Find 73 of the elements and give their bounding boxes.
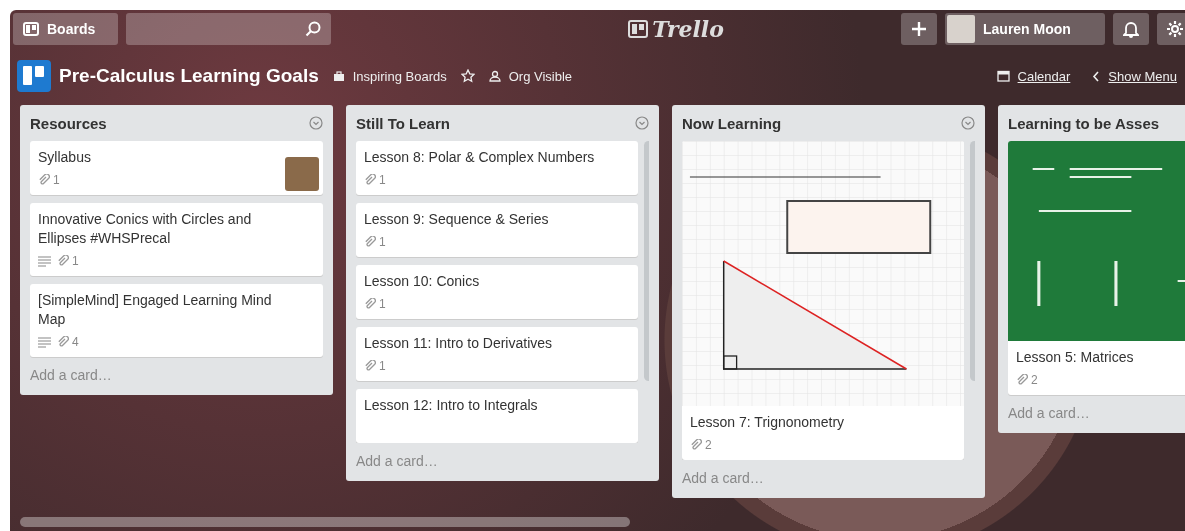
plus-icon bbox=[911, 21, 927, 37]
horizontal-scrollbar[interactable] bbox=[20, 517, 630, 527]
chevron-left-icon bbox=[1092, 70, 1101, 82]
attachment-count: 1 bbox=[379, 235, 386, 249]
card[interactable]: Lesson 11: Intro to Derivatives 1 bbox=[356, 327, 638, 381]
paperclip-icon bbox=[1016, 374, 1028, 386]
card[interactable]: Lesson 12: Intro to Integrals bbox=[356, 389, 638, 443]
avatar bbox=[947, 15, 975, 43]
notifications-button[interactable] bbox=[1113, 13, 1149, 45]
paperclip-icon bbox=[364, 174, 376, 186]
boards-button[interactable]: Boards bbox=[13, 13, 118, 45]
paperclip-icon bbox=[364, 236, 376, 248]
logo-icon bbox=[628, 20, 649, 38]
calendar-link[interactable]: Calendar bbox=[996, 68, 1071, 84]
board-logo-icon bbox=[17, 60, 51, 92]
card-title: Lesson 10: Conics bbox=[364, 272, 481, 291]
attachment-count: 1 bbox=[53, 173, 60, 187]
paperclip-icon bbox=[38, 174, 50, 186]
card-title: Lesson 7: Trignonometry bbox=[690, 413, 846, 432]
paperclip-icon bbox=[364, 360, 376, 372]
attachment-count: 1 bbox=[379, 359, 386, 373]
logo-text: Trello bbox=[652, 16, 724, 42]
card-title: Syllabus bbox=[38, 148, 92, 167]
paperclip-icon bbox=[364, 298, 376, 310]
add-button[interactable] bbox=[901, 13, 937, 45]
attachment-count: 1 bbox=[379, 297, 386, 311]
chevron-down-icon[interactable] bbox=[309, 116, 323, 130]
star-icon[interactable] bbox=[460, 69, 475, 83]
calendar-icon bbox=[996, 70, 1010, 82]
attachment-count: 4 bbox=[72, 335, 79, 349]
settings-icon bbox=[1166, 20, 1184, 38]
chevron-down-icon[interactable] bbox=[635, 116, 649, 130]
description-icon bbox=[38, 336, 51, 348]
bell-icon bbox=[1123, 20, 1139, 38]
card-title: Lesson 11: Intro to Derivatives bbox=[364, 334, 554, 353]
attachment-count: 2 bbox=[705, 438, 712, 452]
card-title: [SimpleMind] Engaged Learning Mind Map bbox=[38, 291, 273, 329]
board-title[interactable]: Pre-Calculus Learning Goals bbox=[59, 65, 319, 87]
card[interactable]: Lesson 8: Polar & Complex Numbers 1 bbox=[356, 141, 638, 195]
list-title[interactable]: Now Learning bbox=[682, 114, 782, 132]
card-title: Lesson 8: Polar & Complex Numbers bbox=[364, 148, 596, 167]
list-title[interactable]: Still To Learn bbox=[356, 114, 450, 132]
description-icon bbox=[38, 255, 51, 267]
card-title: Lesson 9: Sequence & Series bbox=[364, 210, 550, 229]
search-field[interactable] bbox=[126, 13, 331, 45]
attachment-count: 1 bbox=[72, 254, 79, 268]
card[interactable]: [SimpleMind] Engaged Learning Mind Map 4 bbox=[30, 284, 323, 357]
paperclip-icon bbox=[57, 255, 69, 267]
card[interactable]: Lesson 9: Sequence & Series 1 bbox=[356, 203, 638, 257]
paperclip-icon bbox=[57, 336, 69, 348]
settings-button[interactable] bbox=[1157, 13, 1185, 45]
people-icon bbox=[488, 70, 501, 82]
user-menu-button[interactable]: Lauren Moon bbox=[945, 13, 1105, 45]
search-icon bbox=[305, 21, 321, 37]
attachment-count: 2 bbox=[1031, 373, 1038, 387]
list-title[interactable]: Resources bbox=[30, 114, 107, 132]
list-title[interactable]: Learning to be Asses bbox=[1008, 114, 1160, 132]
card-title: Innovative Conics with Circles and Ellipses #WHSPrecal bbox=[38, 210, 253, 248]
card[interactable]: Lesson 5: Matrices 2 bbox=[1008, 141, 1185, 395]
team-link[interactable]: Inspiring Boards bbox=[332, 68, 447, 84]
show-menu-link[interactable]: Show Menu bbox=[1092, 68, 1177, 84]
card-title: Lesson 5: Matrices bbox=[1016, 348, 1135, 367]
card[interactable]: Syllabus 1 bbox=[30, 141, 323, 195]
card[interactable]: Lesson 10: Conics 1 bbox=[356, 265, 638, 319]
attachment-count: 1 bbox=[379, 173, 386, 187]
paperclip-icon bbox=[690, 439, 702, 451]
card-title: Lesson 12: Intro to Integrals bbox=[364, 396, 539, 415]
card[interactable]: Lesson 7: Trignonometry 2 bbox=[682, 141, 964, 460]
boards-icon bbox=[23, 22, 39, 36]
visibility-link[interactable]: Org Visible bbox=[488, 68, 573, 84]
chevron-down-icon[interactable] bbox=[961, 116, 975, 130]
briefcase-icon bbox=[332, 70, 345, 82]
card[interactable]: Innovative Conics with Circles and Ellipses #WHSPrecal 1 bbox=[30, 203, 323, 276]
